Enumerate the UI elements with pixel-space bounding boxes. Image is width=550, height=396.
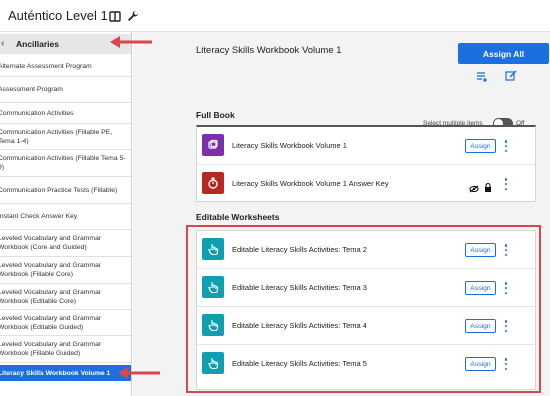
sidebar-item-communication-practice-tests[interactable]: Communication Practice Tests (Fillable) — [0, 177, 131, 204]
top-bar: Auténtico Level 1 — [0, 0, 550, 32]
sidebar-item-literacy-skills-workbook[interactable]: Literacy Skills Workbook Volume 1 — [0, 365, 131, 381]
more-options-icon[interactable] — [503, 139, 509, 153]
sidebar-item-leveled-editable-core[interactable]: Leveled Vocabulary and Grammar Workbook … — [0, 284, 131, 310]
ancillaries-sidebar: ‹ Ancillaries Alternate Assessment Progr… — [0, 32, 132, 396]
resource-title[interactable]: Literacy Skills Workbook Volume 1 Answer… — [232, 179, 389, 188]
sidebar-item-instant-check[interactable]: Instant Check Answer Key — [0, 204, 131, 230]
resource-row: Literacy Skills Workbook Volume 1 Answer… — [197, 165, 535, 203]
full-book-card: Literacy Skills Workbook Volume 1 Assign… — [196, 125, 536, 202]
assign-all-button[interactable]: Assign All — [458, 43, 549, 64]
editable-worksheets-heading: Editable Worksheets — [196, 212, 280, 222]
add-to-list-icon[interactable] — [476, 70, 488, 82]
answer-key-icon — [202, 172, 224, 194]
hidden-eye-icon[interactable] — [469, 180, 479, 198]
sidebar-item-alternate-assessment[interactable]: Alternate Assessment Program — [0, 56, 131, 77]
lock-icon — [484, 179, 492, 197]
sidebar-item-communication-activities[interactable]: Communication Activities — [0, 103, 131, 124]
full-book-heading: Full Book — [196, 110, 235, 120]
sidebar-item-leveled-editable-guided[interactable]: Leveled Vocabulary and Grammar Workbook … — [0, 310, 131, 336]
edit-icon[interactable] — [505, 69, 517, 81]
sidebar-item-leveled-core-guided[interactable]: Leveled Vocabulary and Grammar Workbook … — [0, 230, 131, 257]
sidebar-item-communication-fillable-pe[interactable]: Communication Activities (Fillable PE, T… — [0, 124, 131, 150]
sidebar-item-leveled-fillable-core[interactable]: Leveled Vocabulary and Grammar Workbook … — [0, 257, 131, 284]
resource-title[interactable]: Literacy Skills Workbook Volume 1 — [232, 141, 347, 150]
resource-row: Literacy Skills Workbook Volume 1 Assign — [197, 127, 535, 165]
assign-button[interactable]: Assign — [465, 139, 496, 153]
main-panel: Literacy Skills Workbook Volume 1 Assign… — [133, 32, 550, 396]
wrench-icon[interactable] — [126, 9, 140, 23]
workbook-icon — [202, 134, 224, 156]
more-options-icon[interactable] — [503, 177, 509, 191]
book-icon[interactable] — [108, 9, 122, 23]
annotation-arrow-icon — [110, 36, 152, 48]
annotation-highlight-box — [186, 225, 541, 393]
page-title: Literacy Skills Workbook Volume 1 — [196, 45, 342, 56]
sidebar-item-assessment-program[interactable]: Assessment Program — [0, 77, 131, 103]
sidebar-item-communication-fillable-tema[interactable]: Communication Activities (Fillable Tema … — [0, 150, 131, 177]
app-title: Auténtico Level 1 — [8, 8, 108, 23]
sidebar-title: Ancillaries — [16, 39, 59, 49]
annotation-arrow-icon — [118, 367, 160, 379]
chevron-left-icon[interactable]: ‹ — [1, 38, 4, 49]
sidebar-item-leveled-fillable-guided[interactable]: Leveled Vocabulary and Grammar Workbook … — [0, 336, 131, 363]
